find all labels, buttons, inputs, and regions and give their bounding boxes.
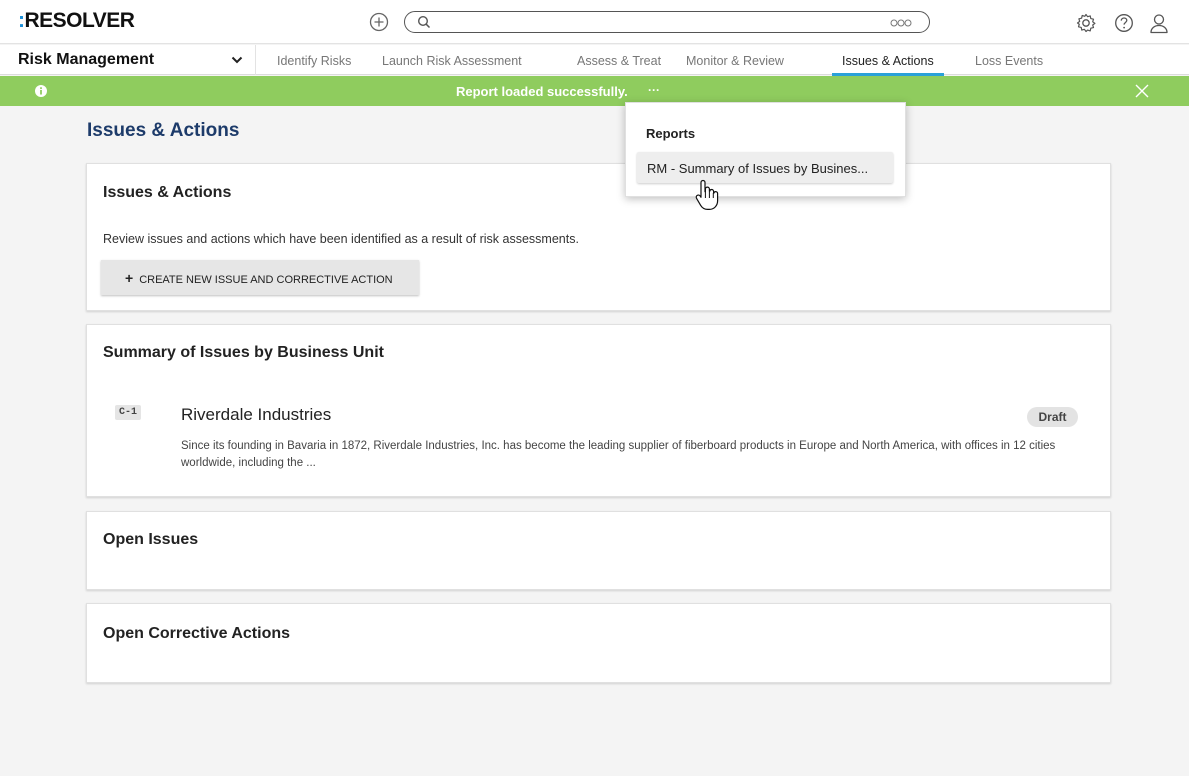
tab-issues-actions[interactable]: Issues & Actions (832, 54, 944, 76)
status-badge: Draft (1027, 407, 1078, 427)
app-navigation: Risk Management Identify Risks Launch Ri… (0, 45, 1189, 76)
business-unit-name[interactable]: Riverdale Industries (181, 405, 331, 425)
id-badge: C-1 (115, 405, 141, 420)
tab-identify-risks[interactable]: Identify Risks (277, 54, 351, 68)
top-bar: :RESOLVER (0, 0, 1189, 44)
card-title: Open Corrective Actions (103, 625, 291, 642)
plus-circle-icon[interactable] (369, 12, 389, 32)
reports-dropdown: Reports RM - Summary of Issues by Busine… (625, 102, 906, 197)
info-icon (35, 85, 47, 97)
report-menu-item[interactable]: RM - Summary of Issues by Busines... (637, 152, 893, 183)
close-icon[interactable] (1134, 83, 1150, 99)
hand-cursor-icon (695, 179, 719, 210)
user-icon[interactable] (1148, 12, 1170, 34)
tab-launch-risk-assessment[interactable]: Launch Risk Assessment (382, 54, 522, 68)
banner-more-button[interactable]: ··· (648, 83, 660, 97)
tab-monitor-review[interactable]: Monitor & Review (686, 54, 784, 68)
success-banner: Report loaded successfully. ··· (0, 76, 1189, 106)
search-input[interactable] (404, 11, 930, 33)
chevron-down-icon (231, 56, 243, 64)
card-title: Open Issues (103, 531, 199, 548)
gear-icon[interactable] (1075, 12, 1097, 34)
plus-icon: + (125, 269, 134, 286)
create-issue-button-label: CREATE NEW ISSUE AND CORRECTIVE ACTION (139, 273, 393, 286)
help-icon[interactable] (1113, 12, 1135, 34)
ellipsis-icon[interactable] (889, 18, 913, 28)
summary-business-unit-card: Summary of Issues by Business Unit C-1 R… (86, 324, 1111, 497)
business-unit-description: Since its founding in Bavaria in 1872, R… (181, 440, 1056, 469)
tab-assess-treat[interactable]: Assess & Treat (577, 54, 661, 68)
create-issue-button[interactable]: + CREATE NEW ISSUE AND CORRECTIVE ACTION (101, 260, 419, 295)
issues-actions-card: Issues & Actions Review issues and actio… (86, 163, 1111, 311)
open-corrective-actions-card: Open Corrective Actions (86, 603, 1111, 683)
tab-loss-events[interactable]: Loss Events (975, 54, 1043, 68)
card-title: Summary of Issues by Business Unit (103, 344, 384, 361)
page-title: Issues & Actions (87, 120, 240, 141)
app-name: Risk Management (18, 51, 155, 68)
dropdown-heading: Reports (646, 126, 696, 141)
banner-message: Report loaded successfully. (456, 84, 628, 99)
open-issues-card: Open Issues (86, 511, 1111, 590)
search-icon (417, 15, 431, 29)
resolver-logo[interactable]: :RESOLVER (18, 9, 135, 33)
card-title: Issues & Actions (103, 184, 232, 201)
card-description: Review issues and actions which have bee… (103, 232, 579, 246)
app-switcher[interactable]: Risk Management (0, 45, 256, 75)
